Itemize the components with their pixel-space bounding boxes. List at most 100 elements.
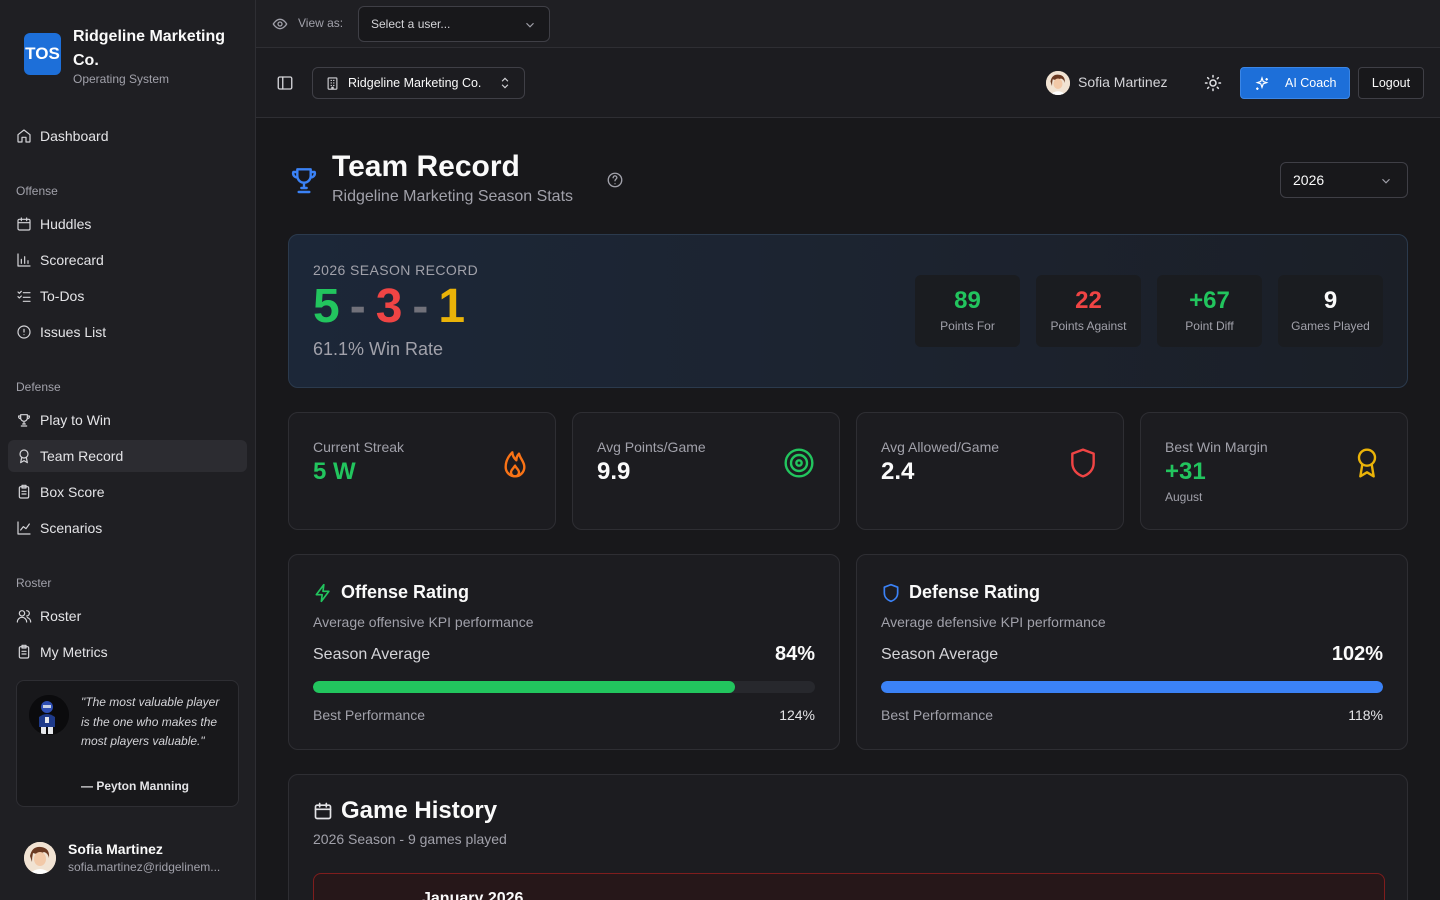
month-group[interactable]: January 2026 (313, 873, 1385, 900)
current-streak-card: Current Streak 5 W (288, 412, 556, 530)
sidebar-group-roster: Roster (16, 576, 52, 590)
view-as-placeholder: Select a user... (371, 17, 451, 31)
sidebar-item-team-record[interactable]: Team Record (8, 440, 247, 472)
stat-value: 22 (1075, 287, 1102, 314)
page-subtitle: Ridgeline Marketing Season Stats (332, 188, 574, 205)
sidebar-item-todos[interactable]: To-Dos (8, 280, 247, 312)
season-average-label: Season Average (313, 646, 431, 663)
season-average-label: Season Average (881, 646, 999, 663)
ai-coach-label: AI Coach (1285, 76, 1337, 90)
stat-card-value: 5 W (313, 458, 356, 485)
offense-rating-card: Offense Rating Average offensive KPI per… (288, 554, 840, 750)
brand[interactable]: TOS Ridgeline Marketing Co. Operating Sy… (24, 24, 252, 94)
sidebar-item-label: My Metrics (40, 644, 108, 660)
ai-coach-button[interactable]: AI Coach (1240, 67, 1350, 99)
sidebar-user[interactable]: Sofia Martinez sofia.martinez@ridgelinem… (24, 840, 248, 880)
rating-description: Average defensive KPI performance (881, 614, 1106, 630)
stat-card-value: +31 (1165, 458, 1206, 485)
line-chart-icon (17, 521, 31, 535)
sidebar-item-label: Scenarios (40, 520, 103, 536)
record-dash: - (349, 280, 366, 333)
progress-track (881, 681, 1383, 693)
flame-icon (504, 451, 526, 478)
header-user-name: Sofia Martinez (1078, 74, 1168, 90)
clipboard-list-icon (18, 644, 30, 659)
sidebar-item-label: Play to Win (40, 412, 111, 428)
points-against-stat: 22 Points Against (1036, 275, 1141, 347)
best-performance-value: 118% (1348, 707, 1383, 723)
football-player-icon (29, 695, 69, 735)
progress-track (313, 681, 815, 693)
org-name: Ridgeline Marketing Co. (348, 76, 482, 90)
sidebar-toggle-icon[interactable] (276, 74, 294, 92)
chevron-down-icon (1382, 178, 1390, 184)
bar-chart-icon (17, 253, 31, 267)
sidebar-item-huddles[interactable]: Huddles (8, 208, 247, 240)
shield-icon (1071, 448, 1095, 478)
sidebar-group-defense: Defense (16, 380, 61, 394)
page-title: Team Record (332, 150, 520, 183)
sidebar-item-issues-list[interactable]: Issues List (8, 316, 247, 348)
stat-card-value: 9.9 (597, 458, 631, 485)
stat-card-label: Best Win Margin (1165, 439, 1268, 455)
season-label: 2026 SEASON RECORD (313, 262, 479, 278)
zap-icon (315, 583, 330, 603)
users-icon (16, 610, 32, 623)
sidebar-item-roster[interactable]: Roster (8, 600, 247, 632)
season-average-value: 84% (774, 643, 815, 665)
quote-author: — Peyton Manning (81, 779, 189, 793)
sidebar-item-scenarios[interactable]: Scenarios (8, 512, 247, 544)
brand-logo: TOS (24, 33, 61, 75)
chevrons-up-down-icon (501, 77, 509, 89)
building-icon (327, 76, 338, 90)
view-as-select[interactable]: Select a user... (358, 6, 550, 42)
alert-circle-icon (17, 325, 31, 339)
best-performance-label: Best Performance (313, 707, 426, 723)
record-losses: 3 (375, 280, 403, 333)
sidebar-item-play-to-win[interactable]: Play to Win (8, 404, 247, 436)
sidebar-item-my-metrics[interactable]: My Metrics (8, 636, 247, 668)
point-diff-stat: +67 Point Diff (1157, 275, 1262, 347)
year-select[interactable]: 2026 (1280, 162, 1408, 198)
sidebar-item-label: Dashboard (40, 128, 109, 144)
stat-card-label: Avg Points/Game (597, 439, 706, 455)
sparkles-icon (1255, 76, 1269, 90)
stat-card-label: Current Streak (313, 439, 405, 455)
year-value: 2026 (1293, 172, 1325, 188)
stat-value: 89 (954, 287, 981, 314)
season-average-value: 102% (1331, 643, 1383, 665)
checklist-icon (17, 290, 31, 302)
best-performance-label: Best Performance (881, 707, 994, 723)
target-icon (784, 448, 814, 478)
game-history-card: Game History 2026 Season - 9 games playe… (288, 774, 1408, 900)
progress-fill (881, 681, 1383, 693)
org-switcher[interactable]: Ridgeline Marketing Co. (312, 67, 525, 99)
logout-button[interactable]: Logout (1358, 67, 1424, 99)
points-for-stat: 89 Points For (915, 275, 1020, 347)
sun-icon[interactable] (1204, 74, 1222, 92)
month-label: January 2026 (422, 890, 524, 900)
sidebar-item-dashboard[interactable]: Dashboard (8, 120, 247, 152)
rating-title: Defense Rating (909, 582, 1041, 602)
home-icon (17, 129, 31, 143)
sidebar: TOS Ridgeline Marketing Co. Operating Sy… (0, 0, 256, 900)
trophy-icon (291, 168, 317, 194)
quote-avatar (29, 695, 69, 735)
help-circle-icon[interactable] (606, 171, 624, 189)
sidebar-item-label: Issues List (40, 324, 107, 340)
season-record: 5-3-1 (313, 279, 465, 335)
sidebar-item-scorecard[interactable]: Scorecard (8, 244, 247, 276)
stat-label: Games Played (1291, 319, 1370, 333)
record-wins: 5 (313, 280, 340, 333)
games-played-stat: 9 Games Played (1278, 275, 1383, 347)
progress-fill (313, 681, 735, 693)
game-history-subtitle: 2026 Season - 9 games played (313, 831, 507, 847)
rating-description: Average offensive KPI performance (313, 614, 534, 630)
sidebar-item-label: Scorecard (40, 252, 104, 268)
stat-card-value: 2.4 (881, 458, 915, 485)
stat-label: Points Against (1050, 319, 1127, 333)
sidebar-item-box-score[interactable]: Box Score (8, 476, 247, 508)
stat-label: Point Diff (1185, 319, 1234, 333)
stat-card-subtext: August (1165, 490, 1203, 504)
brand-tagline: Operating System (73, 72, 170, 86)
